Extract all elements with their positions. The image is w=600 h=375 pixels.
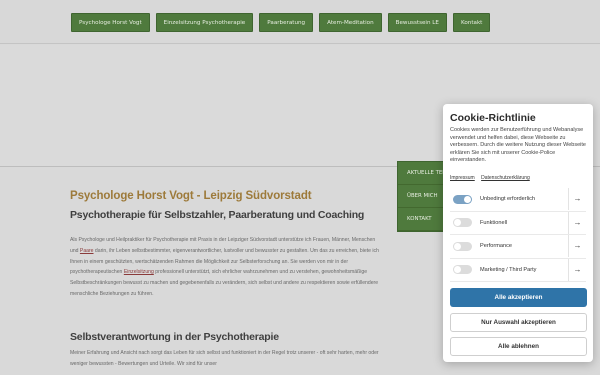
page-title: Psychologe Horst Vogt - Leipzig Südvorst…	[70, 190, 312, 202]
nav-item-atem-meditation[interactable]: Atem-Meditation	[319, 13, 382, 32]
expand-arrow-icon[interactable]: →	[568, 188, 586, 210]
category-label: Funktionell	[480, 219, 508, 226]
reject-all-button[interactable]: Alle ablehnen	[450, 337, 587, 356]
functional-toggle[interactable]	[453, 218, 472, 228]
privacy-link[interactable]: Datenschutzerklärung	[481, 175, 530, 181]
performance-toggle[interactable]	[453, 241, 472, 251]
expand-arrow-icon[interactable]: →	[568, 235, 586, 257]
expand-arrow-icon[interactable]: →	[568, 211, 586, 234]
toggle-knob	[454, 266, 461, 274]
section-heading: Selbstverantwortung in der Psychotherapi…	[70, 331, 279, 343]
marketing-toggle[interactable]	[453, 265, 472, 275]
link-paare[interactable]: Paare	[80, 248, 94, 254]
intro-paragraph: Als Psychologe und Heilpraktiker für Psy…	[70, 235, 385, 300]
nav-item-paarberatung[interactable]: Paarberatung	[259, 13, 314, 32]
cookie-category-functional: Funktionell →	[450, 211, 586, 235]
category-label: Unbedingt erforderlich	[480, 196, 536, 203]
cookie-category-necessary: Unbedingt erforderlich →	[450, 188, 586, 212]
toggle-knob	[454, 219, 461, 227]
toggle-knob	[454, 242, 461, 250]
nav-item-kontakt[interactable]: Kontakt	[452, 13, 491, 32]
main-nav: Psychologe Horst Vogt Einzelsitzung Psyc…	[71, 13, 491, 32]
page-subtitle: Psychotherapie für Selbstzahler, Paarber…	[70, 209, 365, 221]
nav-item-einzelsitzung[interactable]: Einzelsitzung Psychotherapie	[155, 13, 254, 32]
nav-item-psychologe[interactable]: Psychologe Horst Vogt	[71, 13, 150, 32]
impressum-link[interactable]: Impressum	[450, 175, 475, 181]
cookie-category-performance: Performance →	[450, 235, 586, 259]
accept-selection-button[interactable]: Nur Auswahl akzeptieren	[450, 313, 587, 332]
category-label: Performance	[480, 243, 513, 250]
link-einzelsitzung[interactable]: Einzelsitzung	[124, 269, 154, 275]
nav-item-bewusstsein[interactable]: Bewusstsein LE	[387, 13, 447, 32]
expand-arrow-icon[interactable]: →	[568, 258, 586, 281]
necessary-toggle[interactable]	[453, 194, 472, 204]
cookie-description: Cookies werden zur Benutzerführung und W…	[450, 127, 586, 164]
top-navigation-bar: Psychologe Horst Vogt Einzelsitzung Psyc…	[0, 0, 600, 44]
cookie-category-list: Unbedingt erforderlich → Funktionell → P…	[450, 188, 586, 282]
accept-all-button[interactable]: Alle akzeptieren	[450, 288, 587, 307]
cookie-title: Cookie-Richtlinie	[450, 112, 536, 124]
category-label: Marketing / Third Party	[480, 266, 537, 273]
section-paragraph: Meiner Erfahrung und Ansicht nach sorgt …	[70, 350, 379, 367]
toggle-knob	[464, 195, 471, 203]
cookie-links: Impressum Datenschutzerklärung	[450, 175, 535, 181]
cookie-dialog: Cookie-Richtlinie Cookies werden zur Ben…	[443, 104, 593, 362]
cookie-category-marketing: Marketing / Third Party →	[450, 258, 586, 282]
